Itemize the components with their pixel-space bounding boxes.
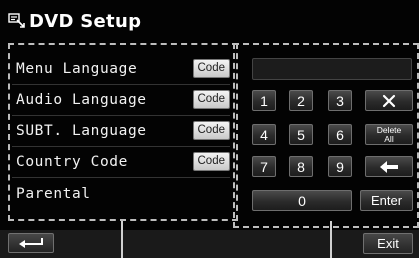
delete-all-label-line2: All <box>384 133 394 144</box>
parental-row[interactable]: Parental <box>12 178 230 209</box>
bottom-divider <box>121 221 123 258</box>
country-code-button[interactable]: Code <box>192 152 230 171</box>
bottom-divider <box>330 221 332 258</box>
audio-language-code-button[interactable]: Code <box>192 90 230 109</box>
key-1[interactable]: 1 <box>252 90 276 111</box>
key-5[interactable]: 5 <box>289 124 313 145</box>
key-6[interactable]: 6 <box>328 124 352 145</box>
settings-screen-icon <box>8 13 25 28</box>
parental-label: Parental <box>16 185 91 202</box>
key-3[interactable]: 3 <box>328 90 352 111</box>
clear-button[interactable] <box>365 90 413 111</box>
exit-button[interactable]: Exit <box>363 233 413 254</box>
audio-language-row[interactable]: Audio Language Code <box>12 85 230 116</box>
close-icon <box>382 94 396 107</box>
key-7[interactable]: 7 <box>252 156 276 177</box>
menu-language-code-button[interactable]: Code <box>192 59 230 78</box>
audio-language-label: Audio Language <box>16 92 147 108</box>
settings-list: Menu Language Code Audio Language Code S… <box>12 54 230 209</box>
key-0[interactable]: 0 <box>252 190 352 211</box>
country-code-row[interactable]: Country Code Code <box>12 147 230 178</box>
dvd-setup-screen: DVD Setup Menu Language Code Audio Langu… <box>0 0 419 258</box>
key-9[interactable]: 9 <box>328 156 352 177</box>
return-arrow-icon <box>19 238 43 248</box>
subtitle-language-row[interactable]: SUBT. Language Code <box>12 116 230 147</box>
key-4[interactable]: 4 <box>252 124 276 145</box>
page-header: DVD Setup <box>8 8 141 34</box>
delete-all-button[interactable]: Delete All <box>365 124 413 145</box>
subtitle-language-label: SUBT. Language <box>16 123 147 139</box>
code-display-field <box>252 58 412 80</box>
menu-language-row[interactable]: Menu Language Code <box>12 54 230 85</box>
back-button[interactable] <box>8 233 54 253</box>
key-2[interactable]: 2 <box>289 90 313 111</box>
backspace-button[interactable] <box>365 156 413 177</box>
bottom-bar <box>0 230 419 258</box>
page-title: DVD Setup <box>29 10 142 32</box>
subtitle-language-code-button[interactable]: Code <box>192 121 230 140</box>
enter-button[interactable]: Enter <box>360 190 413 211</box>
menu-language-label: Menu Language <box>16 61 138 77</box>
country-code-label: Country Code <box>16 154 128 170</box>
key-8[interactable]: 8 <box>289 156 313 177</box>
arrow-left-icon <box>380 160 398 173</box>
